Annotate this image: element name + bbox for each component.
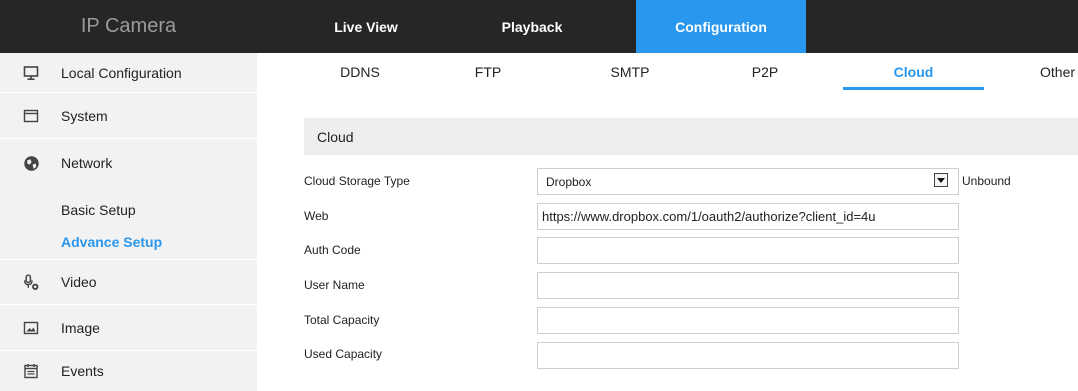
sidebar-item-label: System	[61, 107, 108, 124]
tab-ddns[interactable]: DDNS	[300, 53, 420, 90]
sidebar-item-local-configuration[interactable]: Local Configuration	[0, 53, 257, 93]
tab-playback[interactable]: Playback	[483, 0, 581, 53]
sidebar-item-events[interactable]: Events	[0, 351, 257, 391]
system-window-icon	[22, 107, 40, 125]
used-capacity-field[interactable]	[537, 342, 959, 369]
sidebar-item-network[interactable]: Network	[0, 139, 257, 187]
calendar-icon	[22, 362, 40, 380]
app-title: IP Camera	[80, 15, 177, 37]
sidebar: Local Configuration System Network Basic…	[0, 53, 257, 391]
tab-live-view[interactable]: Live View	[317, 0, 415, 53]
tab-configuration[interactable]: Configuration	[636, 0, 806, 53]
tab-p2p[interactable]: P2P	[705, 53, 825, 90]
sidebar-item-label: Video	[61, 274, 97, 290]
top-bar: IP Camera Live View Playback Configurati…	[0, 0, 1078, 53]
sidebar-item-label: Network	[61, 155, 113, 171]
section-title: Cloud	[304, 118, 1078, 155]
web-label: Web	[304, 209, 329, 223]
chevron-down-icon[interactable]	[934, 173, 948, 187]
cloud-storage-type-label: Cloud Storage Type	[304, 174, 410, 188]
monitor-icon	[22, 64, 40, 82]
total-capacity-field[interactable]	[537, 307, 959, 334]
sidebar-item-system[interactable]: System	[0, 93, 257, 139]
web-field[interactable]	[537, 203, 959, 230]
user-name-label: User Name	[304, 278, 365, 292]
auth-code-field[interactable]	[537, 237, 959, 264]
cloud-storage-type-select[interactable]: Dropbox	[537, 168, 959, 195]
sidebar-item-label: Events	[61, 363, 104, 379]
sidebar-item-video[interactable]: Video	[0, 259, 257, 305]
total-capacity-label: Total Capacity	[304, 313, 380, 327]
cloud-binding-status: Unbound	[962, 174, 1011, 188]
sidebar-subitem-advance-setup[interactable]: Advance Setup	[61, 234, 162, 250]
globe-icon	[22, 154, 40, 172]
sidebar-item-image[interactable]: Image	[0, 305, 257, 351]
tab-other[interactable]: Other	[1030, 53, 1078, 90]
used-capacity-label: Used Capacity	[304, 347, 383, 361]
cloud-storage-type-value: Dropbox	[546, 174, 592, 189]
sidebar-subitem-basic-setup[interactable]: Basic Setup	[61, 202, 136, 218]
tab-ftp[interactable]: FTP	[428, 53, 548, 90]
tab-cloud[interactable]: Cloud	[843, 53, 984, 90]
sidebar-item-label: Local Configuration	[61, 64, 182, 81]
active-tab-indicator	[843, 87, 984, 90]
user-name-field[interactable]	[537, 272, 959, 299]
image-icon	[22, 319, 40, 337]
microphone-video-icon	[22, 273, 40, 291]
sidebar-item-label: Image	[61, 319, 100, 336]
tab-smtp[interactable]: SMTP	[570, 53, 690, 90]
auth-code-label: Auth Code	[304, 243, 361, 257]
